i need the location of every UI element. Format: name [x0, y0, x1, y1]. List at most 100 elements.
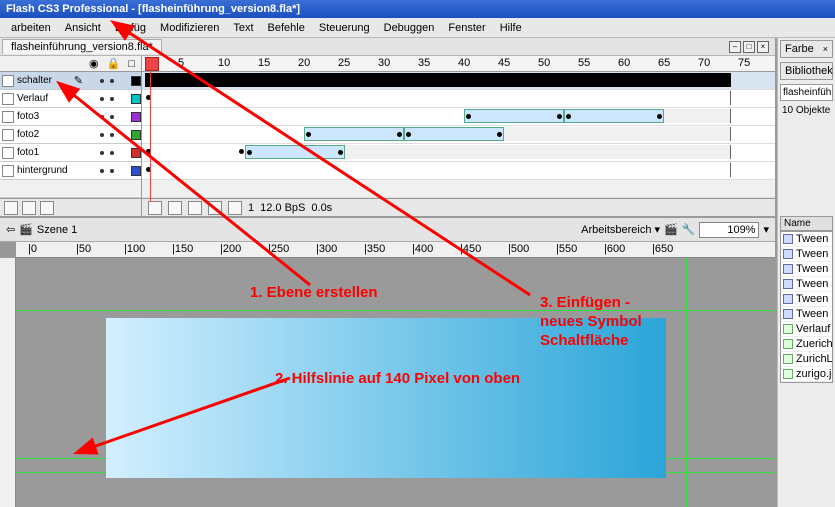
- doc-restore-button[interactable]: □: [743, 41, 755, 53]
- menu-ansicht[interactable]: Ansicht: [58, 20, 108, 36]
- guide-vertical[interactable]: [686, 258, 687, 507]
- layer-foto1[interactable]: foto1: [0, 144, 141, 162]
- library-item[interactable]: Tween 3: [781, 262, 832, 277]
- layer-name: schalter: [17, 75, 71, 86]
- menu-befehle[interactable]: Befehle: [261, 20, 312, 36]
- timeline-panel: ◉ 🔒 □ schalter ✎ Verlauf: [0, 56, 775, 218]
- annotation-step1: 1. Ebene erstellen: [250, 284, 378, 301]
- playhead[interactable]: [145, 57, 157, 73]
- layer-color-chip: [131, 166, 141, 176]
- layer-icon: [2, 111, 14, 123]
- library-item[interactable]: Tween 6: [781, 307, 832, 322]
- library-item[interactable]: Tween 4: [781, 277, 832, 292]
- annotation-step3-line1: 3. Einfügen -: [540, 294, 630, 311]
- library-item[interactable]: Tween 5: [781, 292, 832, 307]
- library-item[interactable]: Verlauf: [781, 322, 832, 337]
- onion-skin-icon[interactable]: [168, 201, 182, 215]
- layer-icon: [2, 147, 14, 159]
- onion-markers-icon[interactable]: [228, 201, 242, 215]
- layer-name: foto1: [17, 147, 83, 158]
- annotation-step3-line2: neues Symbol: [540, 313, 642, 330]
- close-panel-icon[interactable]: ×: [823, 44, 828, 54]
- layer-name: foto2: [17, 129, 83, 140]
- color-panel-tab[interactable]: Farbe×: [780, 40, 833, 58]
- edit-bar: ⇦ 🎬 Szene 1 Arbeitsbereich ▾ 🎬 🔧 109% ▾: [0, 218, 775, 242]
- zoom-dropdown-icon[interactable]: ▾: [763, 223, 769, 236]
- layer-hintergrund[interactable]: hintergrund: [0, 162, 141, 180]
- new-layer-button[interactable]: [4, 201, 18, 215]
- layer-foto3[interactable]: foto3: [0, 108, 141, 126]
- layer-icon: [2, 93, 14, 105]
- track-foto1[interactable]: [142, 144, 775, 162]
- layer-icon: [2, 165, 14, 177]
- visibility-column-icon[interactable]: ◉: [89, 57, 99, 70]
- guide-vertical[interactable]: [701, 258, 702, 507]
- zoom-field[interactable]: 109%: [699, 222, 759, 238]
- layer-color-chip: [131, 130, 141, 140]
- library-panel-tab[interactable]: Bibliothek: [780, 62, 833, 80]
- vertical-ruler[interactable]: [0, 258, 16, 507]
- scene-icon: 🎬: [19, 223, 33, 236]
- center-frame-icon[interactable]: [148, 201, 162, 215]
- scene-name[interactable]: Szene 1: [37, 224, 77, 236]
- workspace-dropdown[interactable]: Arbeitsbereich ▾: [581, 223, 660, 236]
- layer-color-chip: [131, 148, 141, 158]
- layer-verlauf[interactable]: Verlauf: [0, 90, 141, 108]
- layer-schalter[interactable]: schalter ✎: [0, 72, 141, 90]
- library-list: Tween 1 Tween 2 Tween 3 Tween 4 Tween 5 …: [780, 231, 833, 383]
- title-bar: Flash CS3 Professional - [flasheinführun…: [0, 0, 835, 18]
- library-item[interactable]: Tween 2: [781, 247, 832, 262]
- layers-panel: ◉ 🔒 □ schalter ✎ Verlauf: [0, 56, 142, 216]
- menu-debuggen[interactable]: Debuggen: [377, 20, 442, 36]
- layer-color-chip: [131, 94, 141, 104]
- library-item[interactable]: Tween 1: [781, 232, 832, 247]
- menu-hilfe[interactable]: Hilfe: [493, 20, 529, 36]
- guide-horizontal[interactable]: [16, 310, 775, 311]
- menu-modifizieren[interactable]: Modifizieren: [153, 20, 226, 36]
- library-item[interactable]: Zuerich_: [781, 337, 832, 352]
- new-folder-button[interactable]: [22, 201, 36, 215]
- frame-rate: 12.0 BpS: [260, 202, 305, 214]
- library-document-selector[interactable]: flasheinführ: [780, 84, 833, 101]
- doc-minimize-button[interactable]: –: [729, 41, 741, 53]
- track-hintergrund[interactable]: [142, 162, 775, 180]
- layer-name: hintergrund: [17, 165, 83, 176]
- library-item-count: 10 Objekte: [780, 103, 833, 118]
- edit-symbol-icon[interactable]: 🔧: [682, 223, 696, 236]
- track-foto2[interactable]: [142, 126, 775, 144]
- panels-dock: Farbe× Bibliothek flasheinführ 10 Objekt…: [777, 38, 835, 507]
- current-frame: 1: [248, 202, 254, 214]
- menu-einfuegen[interactable]: Einfüg: [108, 20, 153, 36]
- library-item[interactable]: zurigo.jp: [781, 367, 832, 382]
- frame-ruler[interactable]: 1 5 10 15 20 25 30 35 40 45 50 55 60 65 …: [142, 56, 775, 72]
- track-verlauf[interactable]: [142, 90, 775, 108]
- document-tab[interactable]: flasheinführung_version8.fla*: [2, 39, 162, 54]
- delete-layer-button[interactable]: [40, 201, 54, 215]
- document-tab-bar: flasheinführung_version8.fla* – □ ×: [0, 38, 775, 56]
- edit-multiple-icon[interactable]: [208, 201, 222, 215]
- menu-text[interactable]: Text: [226, 20, 260, 36]
- lock-column-icon[interactable]: 🔒: [107, 57, 121, 70]
- menu-fenster[interactable]: Fenster: [441, 20, 492, 36]
- doc-close-button[interactable]: ×: [757, 41, 769, 53]
- track-schalter[interactable]: [142, 72, 775, 90]
- annotation-step2: 2. Hilfslinie auf 140 Pixel von oben: [275, 370, 520, 387]
- layer-icon: [2, 129, 14, 141]
- horizontal-ruler[interactable]: |0 |50 |100 |150 |200 |250 |300 |350 |40…: [16, 242, 775, 258]
- layer-color-chip: [131, 112, 141, 122]
- onion-outline-icon[interactable]: [188, 201, 202, 215]
- menu-steuerung[interactable]: Steuerung: [312, 20, 377, 36]
- timeline-status-bar: 1 12.0 BpS 0.0s: [142, 198, 775, 216]
- elapsed-time: 0.0s: [311, 202, 332, 214]
- outline-column-icon[interactable]: □: [128, 58, 135, 70]
- edit-scene-icon[interactable]: 🎬: [664, 223, 678, 236]
- frames-area[interactable]: 1 5 10 15 20 25 30 35 40 45 50 55 60 65 …: [142, 56, 775, 216]
- layer-foto2[interactable]: foto2: [0, 126, 141, 144]
- menu-arbeiten[interactable]: arbeiten: [4, 20, 58, 36]
- track-foto3[interactable]: [142, 108, 775, 126]
- library-name-header[interactable]: Name: [780, 216, 833, 231]
- layer-color-chip: [131, 76, 141, 86]
- library-item[interactable]: ZurichLi: [781, 352, 832, 367]
- back-icon[interactable]: ⇦: [6, 223, 15, 236]
- app-title: Flash CS3 Professional - [flasheinführun…: [6, 3, 300, 15]
